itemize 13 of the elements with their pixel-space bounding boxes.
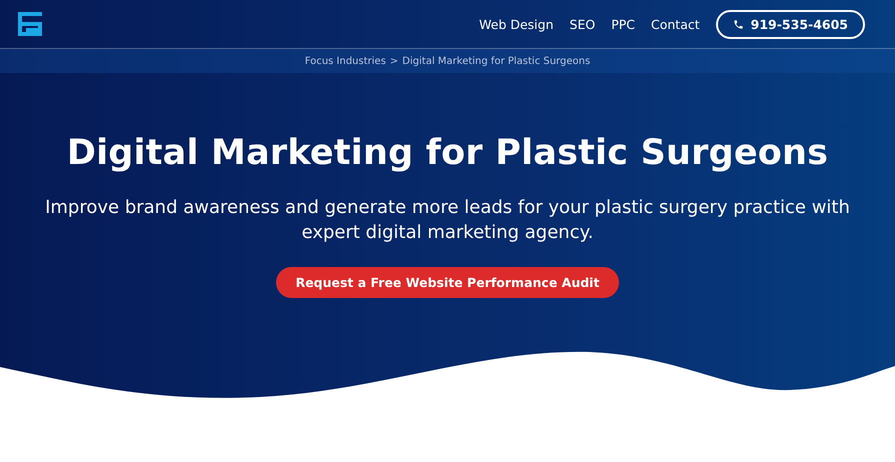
hero-subtitle: Improve brand awareness and generate more leads for your plastic surgery practice with expert digital marketing agency.	[44, 196, 851, 245]
breadcrumb-separator: >	[390, 56, 398, 66]
nav-link[interactable]: PPC	[611, 16, 635, 32]
breadcrumb-link[interactable]: Focus Industries	[304, 56, 386, 66]
nav-link[interactable]: Contact	[651, 16, 700, 32]
phone-icon	[732, 18, 744, 30]
breadcrumb-current: Digital Marketing for Plastic Surgeons	[402, 56, 590, 66]
nav-link[interactable]: Web Design	[479, 16, 554, 32]
phone-button[interactable]: 919-535-4605	[716, 10, 865, 38]
logo-icon[interactable]	[17, 11, 43, 37]
nav-link[interactable]: SEO	[570, 16, 596, 32]
hero-title: Digital Marketing for Plastic Surgeons	[66, 133, 828, 173]
audit-button[interactable]: Request a Free Website Performance Audit	[276, 267, 620, 298]
